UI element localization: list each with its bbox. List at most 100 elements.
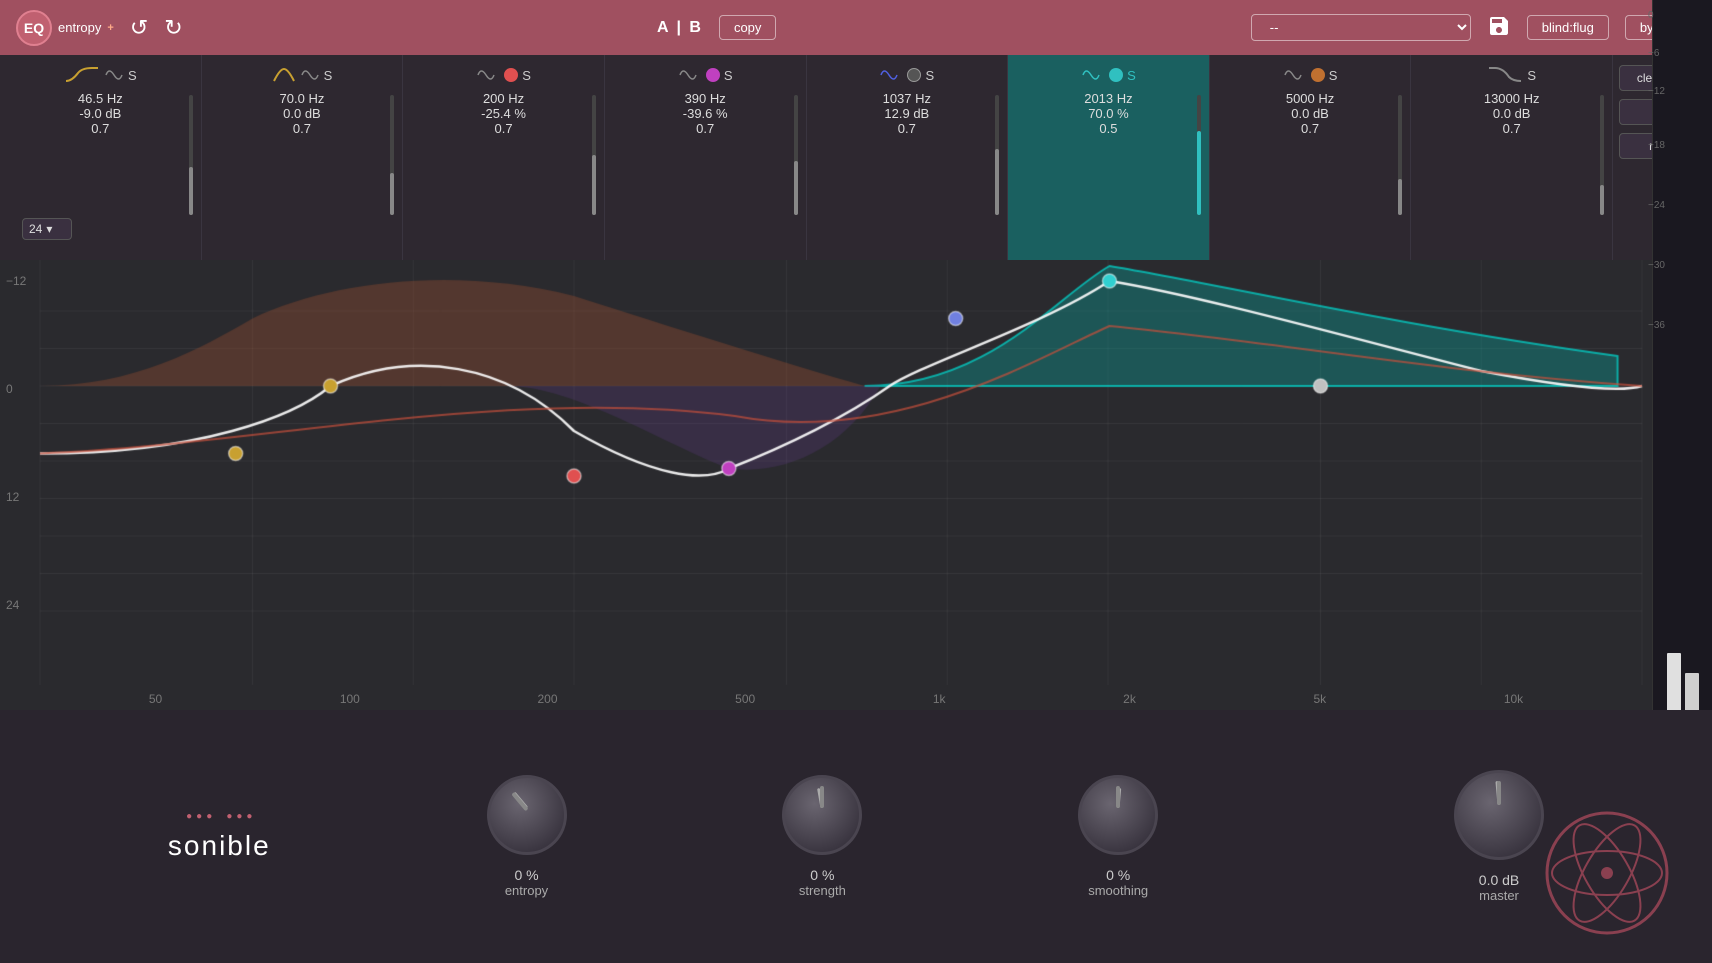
band-7[interactable]: S 5000 Hz 0.0 dB 0.7 [1210, 55, 1412, 260]
scale-36: −36 [1648, 320, 1665, 331]
band-1-freq[interactable]: 46.5 Hz [78, 91, 123, 106]
scale-6: −6 [1648, 48, 1659, 59]
band-1-shape-icon [64, 65, 100, 85]
band-5-meter-fill [995, 149, 999, 215]
band-row: S 46.5 Hz -9.0 dB 0.7 [0, 55, 1612, 260]
copy-button[interactable]: copy [719, 15, 776, 40]
atom-icon [1542, 808, 1672, 938]
band-3-dot [504, 68, 518, 82]
band-1-q[interactable]: 0.7 [91, 121, 109, 136]
band-4[interactable]: S 390 Hz -39.6 % 0.7 [605, 55, 807, 260]
band-4-gain[interactable]: -39.6 % [683, 106, 728, 121]
band-8-q[interactable]: 0.7 [1503, 121, 1521, 136]
undo-button[interactable]: ↺ [130, 17, 148, 39]
band-5-meter [995, 95, 999, 215]
entropy-value: 0 % [514, 867, 538, 883]
bottom-controls: ● ● ● ● ● ● ● sonible 0 % entropy 0 % st… [0, 710, 1712, 963]
band-5-freq[interactable]: 1037 Hz [883, 91, 931, 106]
band-7-meter-fill [1398, 179, 1402, 215]
band-4-wave-icon [678, 65, 702, 85]
entropy-knob-container: 0 % entropy [487, 775, 567, 898]
redo-button[interactable]: ↻ [164, 17, 182, 39]
band-6-solo[interactable]: S [1127, 68, 1136, 83]
band-2[interactable]: S 70.0 Hz 0.0 dB 0.7 [202, 55, 404, 260]
scale-12: −12 [1648, 86, 1665, 97]
band-7-meter [1398, 95, 1402, 215]
band-7-freq[interactable]: 5000 Hz [1286, 91, 1334, 106]
band-4-q[interactable]: 0.7 [696, 121, 714, 136]
strength-knob[interactable] [782, 775, 862, 855]
band-7-q[interactable]: 0.7 [1301, 121, 1319, 136]
band-4-solo[interactable]: S [724, 68, 733, 83]
app-title: entropy [58, 20, 101, 35]
band-3-freq[interactable]: 200 Hz [483, 91, 524, 106]
band-8-gain[interactable]: 0.0 dB [1493, 106, 1531, 121]
band-7-solo[interactable]: S [1329, 68, 1338, 83]
band-5[interactable]: S 1037 Hz 12.9 dB 0.7 [807, 55, 1009, 260]
entropy-knob-indicator [512, 792, 527, 809]
master-knob[interactable] [1454, 770, 1544, 860]
topbar: EQ entropy + ↺ ↻ A | B copy -- blind:flu… [0, 0, 1712, 55]
band-1-top: S [6, 65, 195, 85]
band-6[interactable]: S 2013 Hz 70.0 % 0.5 [1008, 55, 1210, 260]
logo-area: EQ entropy + [16, 10, 114, 46]
band-6-meter-fill [1197, 131, 1201, 215]
strength-label: strength [799, 883, 846, 898]
save-icon [1487, 14, 1511, 38]
blind-button[interactable]: blind:flug [1527, 15, 1609, 40]
master-value: 0.0 dB [1479, 872, 1519, 888]
band-controls-section: 24 ▾ S 46.5 Hz -9.0 dB 0.7 [0, 55, 1712, 260]
strength-knob-container: 0 % strength [782, 775, 862, 898]
band-7-gain[interactable]: 0.0 dB [1291, 106, 1329, 121]
band-4-dot [706, 68, 720, 82]
band-1-solo[interactable]: S [128, 68, 137, 83]
sonible-dot-spacer: ● [216, 811, 222, 822]
band-2-freq[interactable]: 70.0 Hz [280, 91, 325, 106]
sonible-dot-6: ● [246, 811, 252, 822]
ab-toggle[interactable]: A | B [657, 19, 703, 37]
eq-display[interactable]: −12 0 12 24 50 100 200 500 1k 2k 5k 10k [0, 260, 1652, 710]
band-3-meter [592, 95, 596, 215]
zoom-dropdown[interactable]: 24 ▾ [22, 218, 72, 240]
band-8-freq[interactable]: 13000 Hz [1484, 91, 1540, 106]
master-knob-container: 0.0 dB master [1454, 770, 1544, 903]
band-2-q[interactable]: 0.7 [293, 121, 311, 136]
band-3[interactable]: S 200 Hz -25.4 % 0.7 [403, 55, 605, 260]
band-5-top: S [813, 65, 1002, 85]
band-2-solo[interactable]: S [324, 68, 333, 83]
entropy-knob[interactable] [487, 775, 567, 855]
band-4-meter [794, 95, 798, 215]
band-1-gain[interactable]: -9.0 dB [79, 106, 121, 121]
band-1-meter-fill [189, 167, 193, 215]
smoothing-knob-container: 0 % smoothing [1078, 775, 1158, 898]
band-8[interactable]: S 13000 Hz 0.0 dB 0.7 [1411, 55, 1612, 260]
band-4-freq[interactable]: 390 Hz [685, 91, 726, 106]
preset-select[interactable]: -- [1251, 14, 1471, 41]
app-logo: EQ [16, 10, 52, 46]
band-3-gain[interactable]: -25.4 % [481, 106, 526, 121]
logo-plus: + [107, 22, 113, 34]
dropdown-area: 24 ▾ [22, 218, 72, 240]
smoothing-knob-indicator [1117, 788, 1122, 808]
smoothing-knob[interactable] [1078, 775, 1158, 855]
band-8-solo[interactable]: S [1527, 68, 1536, 83]
band-5-solo[interactable]: S [925, 68, 934, 83]
band-6-gain[interactable]: 70.0 % [1088, 106, 1129, 121]
band-3-meter-fill [592, 155, 596, 215]
band-2-shape-icon [272, 65, 296, 85]
eq-canvas[interactable] [0, 260, 1652, 710]
band-6-freq[interactable]: 2013 Hz [1084, 91, 1132, 106]
band-5-q[interactable]: 0.7 [898, 121, 916, 136]
band-6-top: S [1014, 65, 1203, 85]
band-6-wave-icon [1081, 65, 1105, 85]
band-3-solo[interactable]: S [522, 68, 531, 83]
eq-label-0-left: 0 [6, 382, 13, 396]
band-2-gain[interactable]: 0.0 dB [283, 106, 321, 121]
band-6-q[interactable]: 0.5 [1099, 121, 1117, 136]
band-3-q[interactable]: 0.7 [495, 121, 513, 136]
band-5-gain[interactable]: 12.9 dB [884, 106, 929, 121]
band-8-top: S [1417, 65, 1606, 85]
sonible-dot-1: ● [186, 811, 192, 822]
band-4-top: S [611, 65, 800, 85]
save-button[interactable] [1487, 14, 1511, 42]
